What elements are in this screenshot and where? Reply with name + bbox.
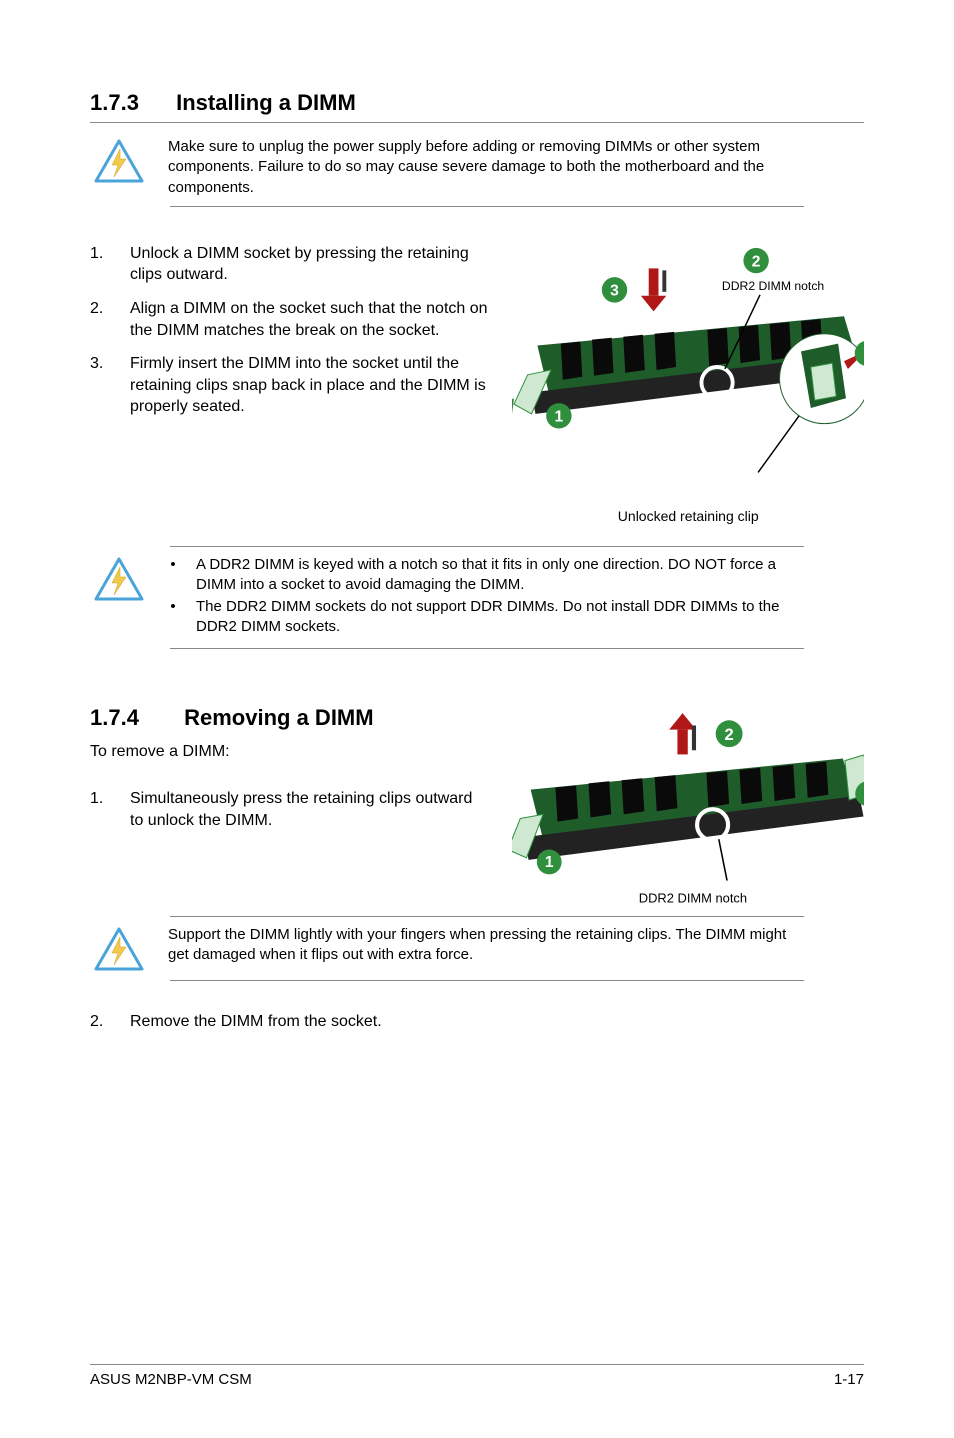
remove-dimm-figure: 2 <box>512 711 864 907</box>
list-item: 2. Align a DIMM on the socket such that … <box>90 298 492 341</box>
warning-block: Support the DIMM lightly with your finge… <box>90 925 864 972</box>
footer-right: 1-17 <box>834 1371 864 1388</box>
step-text: Firmly insert the DIMM into the socket u… <box>130 353 492 418</box>
step-text: Unlock a DIMM socket by pressing the ret… <box>130 243 492 286</box>
intro-text: To remove a DIMM: <box>90 741 492 763</box>
list-item: • The DDR2 DIMM sockets do not support D… <box>168 597 804 638</box>
warning-bottom-rule <box>170 206 804 207</box>
note-block: • A DDR2 DIMM is keyed with a notch so t… <box>90 555 864 640</box>
section-number: 1.7.3 <box>90 90 170 116</box>
step-number: 1. <box>90 788 130 831</box>
lightning-caution-icon <box>94 927 144 972</box>
notch-label: DDR2 DIMM notch <box>722 279 824 293</box>
step-text: Simultaneously press the retaining clips… <box>130 788 492 831</box>
notch-label: DDR2 DIMM notch <box>639 890 747 905</box>
step-number: 3. <box>90 353 130 418</box>
section-title-text: Installing a DIMM <box>176 90 356 115</box>
note-text: A DDR2 DIMM is keyed with a notch so tha… <box>196 555 804 596</box>
figure-caption: Unlocked retaining clip <box>512 508 864 524</box>
lightning-caution-icon <box>94 557 144 602</box>
lightning-caution-icon <box>94 139 144 184</box>
figure-badge-2: 2 <box>725 725 734 744</box>
list-item: • A DDR2 DIMM is keyed with a notch so t… <box>168 555 804 596</box>
warning-text: Make sure to unplug the power supply bef… <box>168 137 804 198</box>
note-top-rule <box>170 546 804 547</box>
note-bullets: • A DDR2 DIMM is keyed with a notch so t… <box>168 555 804 640</box>
figure-badge-1a: 1 <box>555 408 564 425</box>
page-footer: ASUS M2NBP-VM CSM 1-17 <box>90 1364 864 1388</box>
section-heading: 1.7.4 Removing a DIMM <box>90 705 492 731</box>
section-title-text: Removing a DIMM <box>184 705 373 730</box>
note-text: The DDR2 DIMM sockets do not support DDR… <box>196 597 804 638</box>
list-item: 1. Simultaneously press the retaining cl… <box>90 788 492 831</box>
step-number: 2. <box>90 298 130 341</box>
list-item: 3. Firmly insert the DIMM into the socke… <box>90 353 492 418</box>
warning-bottom-rule <box>170 980 804 981</box>
bullet-dot: • <box>168 555 178 596</box>
figure-badge-2: 2 <box>752 253 761 270</box>
remove-steps-list: 1. Simultaneously press the retaining cl… <box>90 788 492 831</box>
warning-top-rule <box>170 916 804 917</box>
bullet-dot: • <box>168 597 178 638</box>
section-number: 1.7.4 <box>90 705 178 731</box>
step-number: 1. <box>90 243 130 286</box>
list-item: 1. Unlock a DIMM socket by pressing the … <box>90 243 492 286</box>
step-text: Align a DIMM on the socket such that the… <box>130 298 492 341</box>
step-number: 2. <box>90 1011 130 1033</box>
install-dimm-figure: 2 DDR2 DIMM notch 3 <box>512 243 864 497</box>
figure-badge-1a: 1 <box>545 854 554 871</box>
section-heading: 1.7.3 Installing a DIMM <box>90 90 864 116</box>
remove-steps-list-2: 2. Remove the DIMM from the socket. <box>90 1011 864 1033</box>
step-text: Remove the DIMM from the socket. <box>130 1011 864 1033</box>
heading-rule <box>90 122 864 123</box>
install-steps-list: 1. Unlock a DIMM socket by pressing the … <box>90 243 492 418</box>
warning-text: Support the DIMM lightly with your finge… <box>168 925 804 966</box>
footer-left: ASUS M2NBP-VM CSM <box>90 1371 252 1388</box>
warning-block: Make sure to unplug the power supply bef… <box>90 137 864 198</box>
figure-badge-3: 3 <box>611 282 620 299</box>
list-item: 2. Remove the DIMM from the socket. <box>90 1011 864 1033</box>
